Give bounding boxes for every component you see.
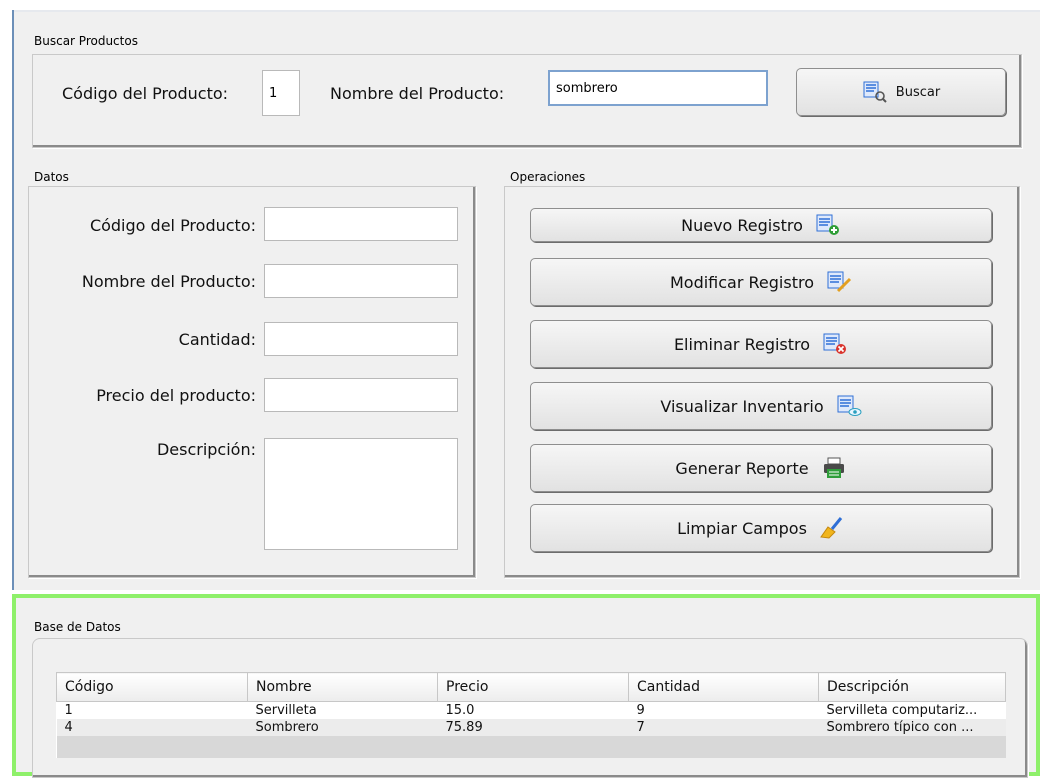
datos-group-title: Datos — [34, 170, 69, 184]
table-row[interactable]: 1 Servilleta 15.0 9 Servilleta computari… — [56, 701, 1006, 719]
search-name-input[interactable] — [548, 70, 768, 106]
table-cell: 75.89 — [437, 719, 629, 736]
field-label-descripcion: Descripción: — [156, 440, 256, 459]
table-cell: Servilleta — [247, 701, 438, 719]
search-group-title: Buscar Productos — [34, 34, 138, 48]
table-cell: 4 — [56, 719, 248, 736]
view-inventory-label: Visualizar Inventario — [660, 396, 824, 416]
field-input-codigo[interactable] — [264, 207, 458, 241]
column-header-cantidad[interactable]: Cantidad — [628, 672, 819, 702]
clear-fields-label: Limpiar Campos — [677, 518, 807, 538]
column-header-nombre[interactable]: Nombre — [247, 672, 438, 702]
delete-record-button[interactable]: Eliminar Registro — [530, 320, 992, 368]
operaciones-group-title: Operaciones — [510, 170, 586, 184]
generate-report-label: Generar Reporte — [675, 458, 809, 478]
table-cell: 7 — [628, 719, 819, 736]
broom-icon — [819, 517, 845, 539]
column-header-codigo[interactable]: Código — [56, 672, 248, 702]
search-button-label: Buscar — [895, 84, 941, 100]
field-label-codigo: Código del Producto: — [89, 216, 256, 235]
search-code-input[interactable] — [262, 70, 300, 116]
add-record-icon — [815, 214, 841, 236]
field-label-cantidad: Cantidad: — [178, 330, 256, 349]
table-empty-area — [56, 736, 1006, 758]
field-input-descripcion[interactable] — [264, 438, 458, 550]
table-cell: Servilleta computariz... — [818, 701, 1006, 719]
view-inventory-button[interactable]: Visualizar Inventario — [530, 382, 992, 430]
table-header-row: Código Nombre Precio Cantidad Descripció… — [56, 672, 1006, 702]
generate-report-button[interactable]: Generar Reporte — [530, 444, 992, 492]
field-input-cantidad[interactable] — [264, 322, 458, 356]
field-label-precio: Precio del producto: — [96, 386, 256, 405]
table-cell: 9 — [628, 701, 819, 719]
field-input-nombre[interactable] — [264, 264, 458, 298]
search-code-label: Código del Producto: — [62, 84, 229, 103]
field-label-nombre: Nombre del Producto: — [81, 272, 256, 291]
clear-fields-button[interactable]: Limpiar Campos — [530, 504, 992, 552]
new-record-label: Nuevo Registro — [681, 215, 803, 235]
table-cell: Sombrero típico con ... — [818, 719, 1006, 736]
delete-record-label: Eliminar Registro — [673, 334, 811, 354]
products-table: Código Nombre Precio Cantidad Descripció… — [56, 672, 1006, 758]
edit-record-icon — [826, 271, 852, 293]
search-list-icon — [862, 81, 888, 103]
printer-icon — [821, 457, 847, 479]
table-cell: 1 — [56, 701, 248, 719]
table-cell: 15.0 — [437, 701, 629, 719]
new-record-button[interactable]: Nuevo Registro — [530, 208, 992, 242]
view-record-icon — [836, 395, 862, 417]
field-input-precio[interactable] — [264, 378, 458, 412]
modify-record-label: Modificar Registro — [669, 272, 814, 292]
table-row[interactable]: 4 Sombrero 75.89 7 Sombrero típico con .… — [56, 719, 1006, 736]
modify-record-button[interactable]: Modificar Registro — [530, 258, 992, 306]
database-group-title: Base de Datos — [34, 620, 121, 634]
table-cell: Sombrero — [247, 719, 438, 736]
delete-record-icon — [822, 333, 848, 355]
search-button[interactable]: Buscar — [796, 68, 1006, 116]
column-header-descripcion[interactable]: Descripción — [818, 672, 1006, 702]
search-name-label: Nombre del Producto: — [330, 84, 505, 103]
column-header-precio[interactable]: Precio — [437, 672, 629, 702]
